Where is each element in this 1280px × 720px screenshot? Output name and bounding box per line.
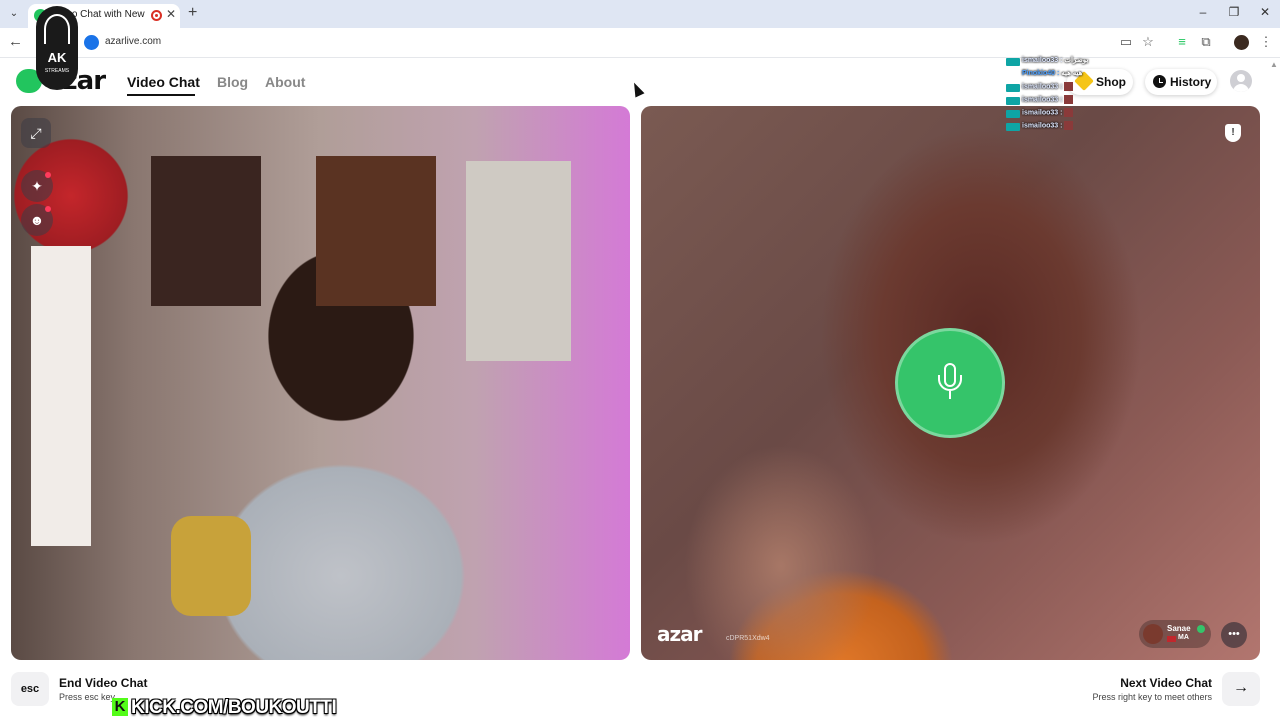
- browser-tab-bar: ⌄ Video Chat with New ✕ + – ❐ ✕: [0, 0, 1280, 28]
- partner-country: MA: [1178, 634, 1189, 641]
- history-label: History: [1170, 75, 1212, 89]
- chat-badge-icon: [1006, 123, 1020, 131]
- cast-icon[interactable]: ▭: [1118, 34, 1134, 50]
- arrow-right-icon: →: [1233, 679, 1249, 696]
- chat-badge-icon: [1006, 110, 1020, 118]
- bookmark-star-icon[interactable]: ☆: [1140, 34, 1156, 50]
- azar-watermark: azar: [657, 622, 702, 646]
- nav-video-chat[interactable]: Video Chat: [127, 74, 200, 90]
- report-shield-icon[interactable]: !: [1225, 124, 1241, 142]
- browser-menu-icon[interactable]: ⋮: [1258, 34, 1274, 50]
- session-code: cDPR51Xdw4: [726, 635, 770, 642]
- microphone-prop: [171, 516, 251, 616]
- chat-message: ismailoo33 :: [1006, 121, 1106, 134]
- microphone-icon-stem: [949, 391, 951, 399]
- tab-list-chevron-icon[interactable]: ⌄: [6, 6, 22, 22]
- next-chat-title: Next Video Chat: [1120, 676, 1212, 690]
- chat-emote-icon: [1064, 82, 1074, 91]
- end-chat-hint: Press esc key: [59, 692, 116, 702]
- nav-active-underline: [127, 94, 195, 96]
- notification-dot: [45, 172, 51, 178]
- address-bar[interactable]: azarlive.com: [105, 36, 161, 47]
- tab-close-icon[interactable]: ✕: [166, 7, 176, 21]
- clock-icon: [1153, 75, 1166, 88]
- next-chat-hint: Press right key to meet others: [1092, 692, 1212, 702]
- nav-blog[interactable]: Blog: [217, 74, 248, 90]
- wing-emblem-icon: [44, 14, 70, 44]
- partner-avatar: [1143, 624, 1163, 644]
- end-chat-esc-button[interactable]: esc: [11, 672, 49, 706]
- self-video-panel: ⤢ ✦ ☻: [11, 106, 630, 660]
- stream-chat-overlay: ismailoo33 : بوضرات Pinokio40 : هيه هيه …: [1006, 56, 1106, 134]
- expand-view-icon[interactable]: ⤢: [21, 118, 51, 148]
- wall-poster: [31, 246, 91, 546]
- notification-dot: [45, 206, 51, 212]
- extension-lines-icon[interactable]: ≡: [1174, 34, 1190, 49]
- wall-poster: [316, 156, 436, 306]
- microphone-button[interactable]: [895, 328, 1005, 438]
- chat-bubble-icon[interactable]: •••: [1221, 622, 1247, 648]
- history-button[interactable]: History: [1145, 69, 1217, 95]
- next-chat-button[interactable]: →: [1222, 672, 1260, 706]
- chat-emote-icon: [1064, 121, 1074, 130]
- new-tab-plus-icon[interactable]: +: [188, 4, 197, 22]
- back-arrow-icon[interactable]: ←: [8, 33, 23, 50]
- chat-badge-icon: [1006, 97, 1020, 105]
- end-chat-title: End Video Chat: [59, 676, 148, 690]
- streamer-logo-overlay: AK STREAMS: [36, 6, 78, 90]
- wall-poster: [466, 161, 571, 361]
- site-info-icon[interactable]: [84, 35, 99, 50]
- wall-poster: [151, 156, 261, 306]
- partner-video-panel: ! azar cDPR51Xdw4 Sanae MA •••: [641, 106, 1260, 660]
- streamer-logo-text: AK: [47, 50, 67, 65]
- browser-toolbar: ← azarlive.com ▭ ☆ ≡ ⧉ ⋮: [0, 28, 1280, 58]
- streamer-logo-subtext: STREAMS: [44, 68, 70, 74]
- recording-indicator-icon: [151, 10, 162, 21]
- chat-message: ismailoo33 :: [1006, 82, 1106, 95]
- extensions-puzzle-icon[interactable]: ⧉: [1198, 34, 1214, 50]
- minimize-icon[interactable]: –: [1193, 5, 1213, 19]
- chat-message: Pinokio40 : هيه هيه: [1022, 70, 1083, 77]
- chat-badge-icon: [1006, 84, 1020, 92]
- chat-badge-icon: [1006, 58, 1020, 66]
- partner-profile-chip[interactable]: Sanae MA: [1139, 620, 1211, 648]
- partner-name: Sanae: [1167, 624, 1191, 633]
- browser-profile-avatar[interactable]: [1234, 35, 1249, 50]
- verified-dot-icon: [1197, 625, 1205, 633]
- chat-emote-icon: [1064, 95, 1074, 104]
- restore-icon[interactable]: ❐: [1224, 5, 1244, 19]
- kick-logo-icon: K: [112, 698, 128, 716]
- scrollbar-up-arrow-icon[interactable]: ▲: [1270, 60, 1278, 69]
- window-close-icon[interactable]: ✕: [1255, 5, 1275, 19]
- chat-message: ismailoo33 :: [1006, 108, 1106, 121]
- user-profile-icon[interactable]: [1230, 70, 1252, 92]
- chat-emote-icon: [1064, 108, 1074, 117]
- nav-about[interactable]: About: [265, 74, 305, 90]
- chat-message: ismailoo33 :: [1006, 95, 1106, 108]
- kick-channel-text: KICK.COM/BOUKOUTTI: [131, 697, 337, 718]
- chat-message: ismailoo33 : بوضرات: [1006, 56, 1106, 69]
- microphone-icon-arc: [938, 375, 962, 391]
- country-flag-icon: [1167, 636, 1176, 642]
